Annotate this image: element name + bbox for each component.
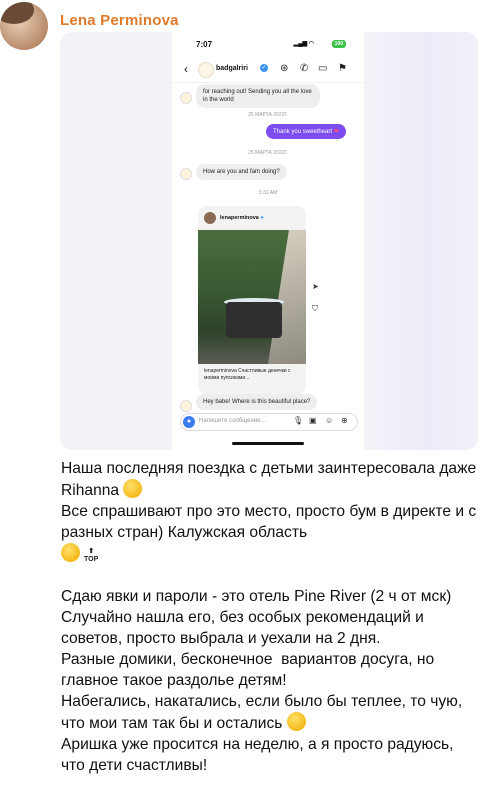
chat-avatar	[198, 62, 214, 78]
chat-header: ‹ badgalriri ✓ ⊛ ✆ ▭ ⚑	[172, 58, 364, 83]
status-bar: 7:07 ▂▄▆ ◠ 100	[172, 32, 364, 54]
sender-mini-avatar-3	[180, 400, 192, 412]
camera-icon: ●	[183, 416, 195, 428]
sender-mini-avatar	[180, 92, 192, 104]
sweat-smile-emoji-2	[286, 712, 306, 731]
paragraph-4: Случайно нашла его, без особых рекоменда…	[61, 609, 429, 647]
top-badge-icon: ⬆ TOP	[84, 548, 99, 563]
sticker-icon-2: ☺	[325, 416, 334, 425]
plus-icon: ⊕	[341, 416, 348, 425]
share-icon: ➤	[312, 282, 319, 291]
mic-icon: 🎙	[293, 416, 304, 425]
date-divider: 25 МАРТА 2022Г.	[248, 112, 288, 118]
post-author-avatar	[204, 212, 216, 224]
sender-avatar[interactable]	[0, 2, 48, 50]
back-icon: ‹	[184, 62, 188, 76]
paragraph-2: Все спрашивают про это место, просто бум…	[61, 503, 481, 541]
instagram-dm-screen: 7:07 ▂▄▆ ◠ 100 ‹ badgalriri ✓ ⊛ ✆ ▭ ⚑ fo…	[172, 32, 364, 450]
heart-icon: ❤	[333, 129, 339, 135]
paragraph-5: Разные домики, бесконечное вариантов дос…	[61, 651, 439, 689]
bookmark-icon: ⛉	[312, 304, 318, 313]
compose-placeholder: Напишите сообщение…	[199, 418, 267, 424]
message-bubble-last: Hey babe! Where is this beautiful place?	[196, 394, 318, 410]
message-bubble-question: How are you and fam doing?	[196, 164, 287, 180]
message-bubble-reply: Thank you sweetheart ❤	[266, 124, 346, 139]
chat-username: badgalriri	[216, 65, 248, 72]
gallery-icon: ▣	[309, 416, 317, 425]
sweat-smile-emoji	[123, 479, 143, 498]
post-caption: lenaperminova Счастливые денечки с моими…	[204, 368, 291, 381]
battery-icon: 100	[331, 40, 346, 48]
flag-icon: ⚑	[338, 63, 347, 74]
paragraph-7: Аришка уже просится на неделю, а я прост…	[61, 736, 458, 774]
sender-mini-avatar-2	[180, 168, 192, 180]
post-photo	[198, 230, 306, 364]
post-username: lenaperminova ●	[220, 215, 264, 221]
message-text: Наша последняя поездка с детьми заинтере…	[61, 458, 481, 776]
signal-icon: ▂▄▆ ◠	[293, 41, 314, 47]
home-indicator	[232, 442, 304, 445]
date-divider-2: 25 МАРТА 2022Г.	[248, 150, 288, 156]
status-time: 7:07	[196, 40, 213, 49]
message-compose: ● Напишите сообщение… 🎙 ▣ ☺ ⊕	[180, 413, 358, 431]
attached-screenshot[interactable]: 7:07 ▂▄▆ ◠ 100 ‹ badgalriri ✓ ⊛ ✆ ▭ ⚑ fo…	[60, 32, 478, 450]
paragraph-3: Сдаю явки и пароли - это отель Pine Rive…	[61, 588, 452, 605]
sender-name[interactable]: Lena Perminova	[60, 12, 179, 29]
sticker-icon: ⊛	[280, 63, 289, 74]
message-time: 5:31 AM	[258, 190, 278, 196]
video-icon: ▭	[318, 63, 328, 74]
laughing-emoji	[61, 543, 80, 562]
shared-post: lenaperminova ● lenaperminova Счастливые…	[198, 206, 306, 394]
message-bubble-first: for reaching out! Sending you all the lo…	[196, 84, 320, 108]
verified-icon: ✓	[260, 64, 268, 72]
paragraph-6: Набегались, накатались, если было бы теп…	[61, 693, 467, 732]
phone-icon: ✆	[300, 63, 309, 74]
